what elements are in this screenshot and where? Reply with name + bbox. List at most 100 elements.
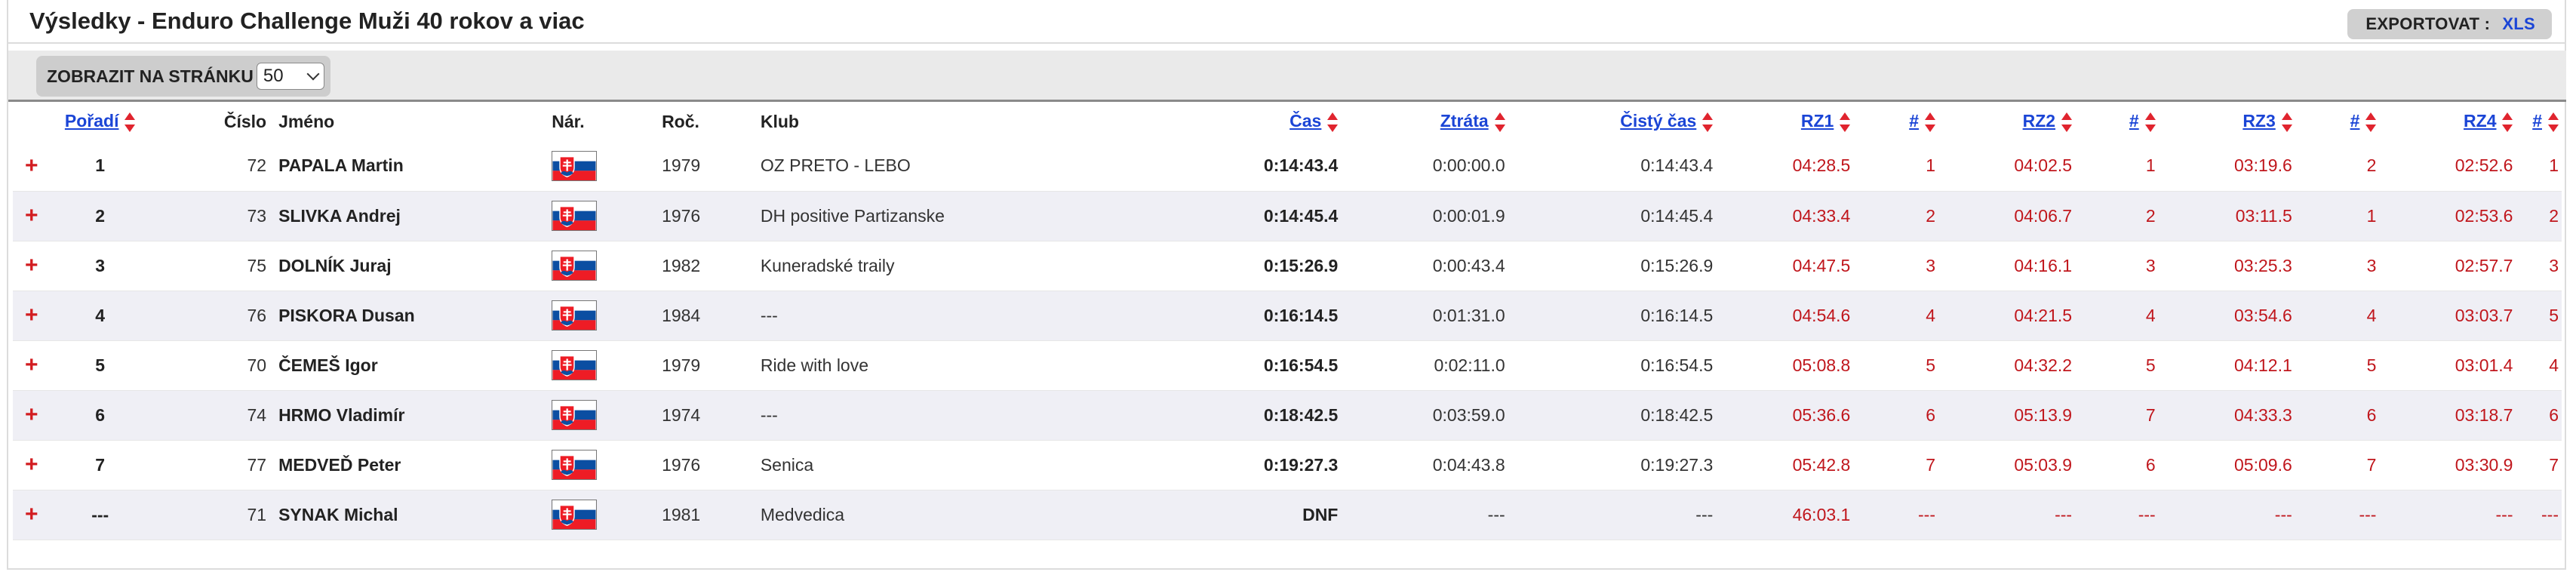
expand-row-button[interactable]: + <box>13 141 51 192</box>
cell-rz4-rank: 6 <box>2516 390 2562 441</box>
cell-rank: 1 <box>51 141 150 192</box>
col-header-ztrata[interactable]: Ztráta <box>1341 102 1508 141</box>
col-header-rz1-rank[interactable]: # <box>1853 102 1938 141</box>
sort-icon[interactable] <box>2144 112 2156 132</box>
cell-rz3: 04:33.3 <box>2158 390 2295 441</box>
cell-rz1: 05:42.8 <box>1716 440 1854 490</box>
cell-loss: 0:03:59.0 <box>1341 390 1508 441</box>
cell-name: PAPALA Martin <box>278 141 552 192</box>
cell-number: 73 <box>149 191 279 241</box>
export-xls-link[interactable]: XLS <box>2502 14 2535 34</box>
cell-year: 1974 <box>662 390 761 441</box>
cell-year: 1982 <box>662 241 761 291</box>
sort-icon[interactable] <box>2365 112 2377 132</box>
sort-icon[interactable] <box>2281 112 2292 132</box>
sort-icon[interactable] <box>2502 112 2513 132</box>
sort-icon[interactable] <box>1840 112 1851 132</box>
cell-rz1-rank: 2 <box>1853 191 1938 241</box>
col-header-rz2[interactable]: RZ2 <box>1938 102 2075 141</box>
cell-name: SYNAK Michal <box>278 490 552 540</box>
cell-name: MEDVEĎ Peter <box>278 440 552 490</box>
expand-row-button[interactable]: + <box>13 390 51 441</box>
cell-rz4-rank: 1 <box>2516 141 2562 192</box>
cell-clean-time: 0:15:26.9 <box>1508 241 1717 291</box>
cell-rz3: 03:54.6 <box>2158 291 2295 341</box>
col-header-rz1[interactable]: RZ1 <box>1716 102 1853 141</box>
cell-time: 0:14:43.4 <box>1167 141 1342 192</box>
table-row: +4 76 PISKORA Dusan 1984 --- 0:16:14.5 0:01:31… <box>13 291 2562 341</box>
cell-rz1-rank: --- <box>1853 490 1938 540</box>
cell-rz2-rank: 6 <box>2075 440 2159 490</box>
sort-icon[interactable] <box>1702 112 1714 132</box>
cell-clean-time: --- <box>1508 490 1717 540</box>
sort-icon[interactable] <box>1327 112 1339 132</box>
table-row: +3 75 DOLNÍK Juraj 1982 Kuneradské traily 0:1… <box>13 241 2562 291</box>
cell-rank: 7 <box>51 440 150 490</box>
cell-number: 76 <box>149 291 279 341</box>
col-header-cislo: Číslo <box>223 111 267 131</box>
cell-rz2-rank: 7 <box>2075 390 2159 441</box>
cell-name: ČEMEŠ Igor <box>278 340 552 391</box>
cell-rz4: --- <box>2379 490 2516 540</box>
cell-rz4: 03:18.7 <box>2379 390 2516 441</box>
cell-rz3: 03:25.3 <box>2158 241 2295 291</box>
expand-row-button[interactable]: + <box>13 340 51 391</box>
cell-number: 77 <box>149 440 279 490</box>
expand-row-button[interactable]: + <box>13 241 51 291</box>
sort-icon[interactable] <box>2548 112 2559 132</box>
sort-icon[interactable] <box>1494 112 1505 132</box>
col-header-poradi[interactable]: Pořadí <box>51 102 149 141</box>
cell-rz1-rank: 5 <box>1853 340 1938 391</box>
cell-rz2-rank: 2 <box>2075 191 2159 241</box>
cell-year: 1979 <box>662 141 761 192</box>
sort-icon[interactable] <box>124 112 136 132</box>
cell-rz3: 03:11.5 <box>2158 191 2295 241</box>
cell-rz1: 05:08.8 <box>1716 340 1854 391</box>
table-row: +7 77 MEDVEĎ Peter 1976 Senica 0:19:27.3 0:04:… <box>13 440 2562 490</box>
expand-row-button[interactable]: + <box>13 490 51 540</box>
cell-rz3: --- <box>2158 490 2295 540</box>
cell-rz4: 02:57.7 <box>2379 241 2516 291</box>
cell-rz1: 04:33.4 <box>1716 191 1854 241</box>
col-header-cas[interactable]: Čas <box>1167 102 1341 141</box>
cell-rz1-rank: 1 <box>1853 141 1938 192</box>
col-header-rz4[interactable]: RZ4 <box>2379 102 2516 141</box>
sort-icon[interactable] <box>1925 112 1935 132</box>
cell-nationality <box>552 390 662 441</box>
col-header-nar: Nár. <box>552 111 585 131</box>
slovakia-flag-icon <box>552 300 598 331</box>
cell-number: 75 <box>149 241 279 291</box>
cell-rz2-rank: 3 <box>2075 241 2159 291</box>
cell-rz1-rank: 6 <box>1853 390 1938 441</box>
cell-time: 0:16:14.5 <box>1167 291 1342 341</box>
table-row: + --- 71 SYNAK Michal 1981 Medvedica DNF --- ---… <box>13 490 2562 540</box>
cell-rank: --- <box>51 490 150 540</box>
cell-rz4: 03:03.7 <box>2379 291 2516 341</box>
cell-rz1: 46:03.1 <box>1716 490 1854 540</box>
col-header-rz3-rank[interactable]: # <box>2295 102 2380 141</box>
cell-clean-time: 0:18:42.5 <box>1508 390 1717 441</box>
sort-icon[interactable] <box>2061 112 2073 132</box>
cell-rz4-rank: 4 <box>2516 340 2562 391</box>
cell-rz3-rank: 4 <box>2295 291 2380 341</box>
cell-nationality <box>552 291 662 341</box>
col-header-jmeno: Jméno <box>278 111 335 131</box>
cell-rz4: 03:30.9 <box>2379 440 2516 490</box>
cell-rz3-rank: 3 <box>2295 241 2380 291</box>
expand-row-button[interactable]: + <box>13 291 51 341</box>
col-header-rz4-rank[interactable]: # <box>2516 102 2562 141</box>
col-header-cisty-cas[interactable]: Čistý čas <box>1508 102 1717 141</box>
expand-row-button[interactable]: + <box>13 440 51 490</box>
cell-rz2: 04:16.1 <box>1938 241 2076 291</box>
expand-row-button[interactable]: + <box>13 191 51 241</box>
per-page-select[interactable]: 50 <box>256 63 324 90</box>
col-header-rz2-rank[interactable]: # <box>2075 102 2159 141</box>
cell-rz2-rank: 1 <box>2075 141 2159 192</box>
col-header-rz3[interactable]: RZ3 <box>2159 102 2295 141</box>
cell-name: PISKORA Dusan <box>278 291 552 341</box>
table-row: +5 70 ČEMEŠ Igor 1979 Ride with love 0:16:54.… <box>13 340 2562 391</box>
cell-name: DOLNÍK Juraj <box>278 241 552 291</box>
table-row: +1 72 PAPALA Martin 1979 OZ PRETO - LEBO 0:14… <box>13 141 2562 192</box>
cell-loss: 0:02:11.0 <box>1341 340 1508 391</box>
cell-rank: 5 <box>51 340 150 391</box>
